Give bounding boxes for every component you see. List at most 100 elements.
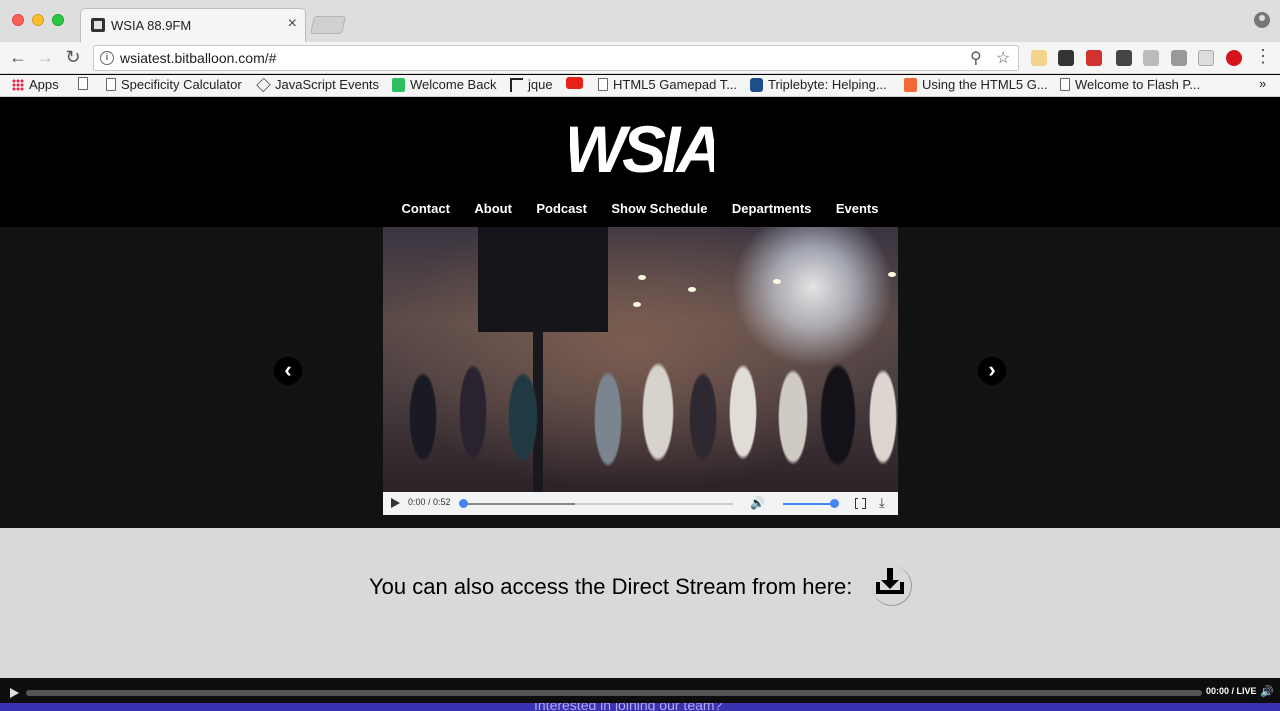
wsia-logo[interactable]: WSIA <box>570 104 714 192</box>
bookmark-label: Welcome to Flash P... <box>1075 77 1201 92</box>
extension-react-icon[interactable] <box>1143 50 1159 66</box>
apps-grid-icon <box>12 78 24 91</box>
bookmark-label: jque <box>528 77 553 92</box>
youtube-icon <box>566 77 583 89</box>
zoom-window-button[interactable] <box>52 14 64 26</box>
extension-cors-icon[interactable] <box>1086 50 1102 66</box>
speaker-shape <box>478 227 608 332</box>
direct-stream-section: You can also access the Direct Stream fr… <box>0 528 1280 678</box>
nav-events[interactable]: Events <box>836 201 879 216</box>
ceiling-light <box>633 302 641 307</box>
document-icon <box>598 78 608 91</box>
bookmark-label: Using the HTML5 G... <box>922 77 1048 92</box>
bookmark-label: Welcome Back <box>410 77 497 92</box>
bookmark-youtube[interactable] <box>566 77 583 89</box>
ceiling-light <box>888 272 896 277</box>
bookmark-welcome-back[interactable]: Welcome Back <box>392 77 496 92</box>
nav-contact[interactable]: Contact <box>402 201 450 216</box>
bookmark-flash[interactable]: Welcome to Flash P... <box>1060 77 1200 92</box>
profile-icon[interactable] <box>1254 12 1270 28</box>
zoom-search-icon[interactable]: ⚲ <box>970 48 982 68</box>
bookmark-gamepad[interactable]: HTML5 Gamepad T... <box>598 77 737 92</box>
direct-stream-text: You can also access the Direct Stream fr… <box>369 574 853 599</box>
favicon-icon <box>91 18 105 32</box>
live-play-icon[interactable] <box>10 688 19 698</box>
extension-pen-icon[interactable] <box>1058 50 1074 66</box>
ceiling-light <box>638 275 646 280</box>
extension-pencil-ruler-icon[interactable] <box>1031 50 1047 66</box>
carousel-next-button[interactable]: › <box>978 357 1006 385</box>
url-text[interactable]: wsiatest.bitballoon.com/# <box>120 50 276 66</box>
hexagon-icon <box>750 77 763 92</box>
document-icon <box>1060 78 1070 91</box>
join-team-text[interactable]: Interested in joining our team? <box>534 703 722 711</box>
reload-icon[interactable]: ↻ <box>62 46 84 68</box>
diamond-icon <box>256 77 271 92</box>
main-nav: Contact About Podcast Show Schedule Depa… <box>0 200 1280 218</box>
address-bar[interactable]: i wsiatest.bitballoon.com/# ⚲ ☆ <box>93 45 1019 71</box>
volume-thumb[interactable] <box>830 499 839 508</box>
info-icon[interactable]: i <box>100 51 114 65</box>
video-time: 0:00 / 0:52 <box>408 497 451 507</box>
close-tab-icon[interactable]: × <box>288 15 297 33</box>
volume-slider[interactable] <box>783 503 833 505</box>
video-controls: 0:00 / 0:52 🔊 ⤓ <box>383 492 898 515</box>
nav-departments[interactable]: Departments <box>732 201 811 216</box>
media-carousel: 0:00 / 0:52 🔊 ⤓ ‹ › <box>0 227 1280 528</box>
extension-eyedropper-icon[interactable] <box>1116 50 1132 66</box>
nav-podcast[interactable]: Podcast <box>536 201 587 216</box>
browser-toolbar: ← → ↻ i wsiatest.bitballoon.com/# ⚲ ☆ ⋮ <box>0 42 1280 74</box>
bookmark-label: HTML5 Gamepad T... <box>613 77 738 92</box>
browser-titlebar: WSIA 88.9FM × <box>0 0 1280 42</box>
new-tab-button[interactable] <box>310 16 346 34</box>
video-player[interactable]: 0:00 / 0:52 🔊 ⤓ <box>383 227 898 515</box>
bookmarks-bar: Apps Specificity Calculator JavaScript E… <box>0 75 1280 97</box>
tab-title: WSIA 88.9FM <box>111 18 192 33</box>
live-seek-track[interactable] <box>26 690 1202 696</box>
nav-show-schedule[interactable]: Show Schedule <box>611 201 707 216</box>
seek-thumb[interactable] <box>459 499 468 508</box>
bookmark-untitled[interactable] <box>78 77 88 90</box>
crowd-shape <box>383 357 898 477</box>
bookmark-js-events[interactable]: JavaScript Events <box>256 77 380 92</box>
nav-about[interactable]: About <box>474 201 512 216</box>
minimize-window-button[interactable] <box>32 14 44 26</box>
play-icon[interactable] <box>391 498 400 508</box>
bookmark-star-icon[interactable]: ☆ <box>996 48 1010 68</box>
bookmark-label: Triplebyte: Helping... <box>768 77 887 92</box>
download-tray <box>876 582 904 594</box>
bookmark-jque[interactable]: jque <box>510 77 553 92</box>
bookmark-label: Apps <box>29 77 59 92</box>
bookmarks-overflow-icon[interactable]: » <box>1259 76 1266 91</box>
menu-kebab-icon[interactable]: ⋮ <box>1252 45 1274 67</box>
extension-refresh-icon[interactable] <box>1171 50 1187 66</box>
close-window-button[interactable] <box>12 14 24 26</box>
svg-text:WSIA: WSIA <box>570 112 714 186</box>
document-icon <box>106 78 116 91</box>
ceiling-light <box>773 279 781 284</box>
bookmark-label: Specificity Calculator <box>121 77 242 92</box>
volume-icon[interactable]: 🔊 <box>750 496 765 510</box>
live-volume-icon[interactable]: 🔊 <box>1260 685 1274 698</box>
back-icon[interactable]: ← <box>7 46 29 68</box>
adblock-icon[interactable] <box>1226 50 1242 66</box>
live-time: 00:00 / LIVE <box>1206 686 1257 696</box>
browser-tab[interactable]: WSIA 88.9FM × <box>80 8 306 42</box>
bookmark-apps[interactable]: Apps <box>12 77 59 92</box>
bookmark-label: JavaScript Events <box>275 77 380 92</box>
fullscreen-icon[interactable] <box>855 497 866 509</box>
video-frame[interactable] <box>383 227 898 492</box>
join-team-banner[interactable]: Interested in joining our team? <box>0 703 1280 711</box>
forward-icon[interactable]: → <box>34 46 56 68</box>
carousel-prev-button[interactable]: ‹ <box>274 357 302 385</box>
bookmark-html5-g[interactable]: Using the HTML5 G... <box>904 77 1048 92</box>
bookmark-specificity[interactable]: Specificity Calculator <box>106 77 242 92</box>
plus-icon <box>904 77 917 92</box>
extension-list-icon[interactable] <box>1198 50 1214 66</box>
evernote-icon <box>392 77 405 92</box>
seek-buffer <box>463 503 575 505</box>
direct-stream-download-icon[interactable] <box>872 566 912 606</box>
download-icon[interactable]: ⤓ <box>879 495 885 511</box>
ceiling-light <box>688 287 696 292</box>
bookmark-triplebyte[interactable]: Triplebyte: Helping... <box>750 77 887 92</box>
